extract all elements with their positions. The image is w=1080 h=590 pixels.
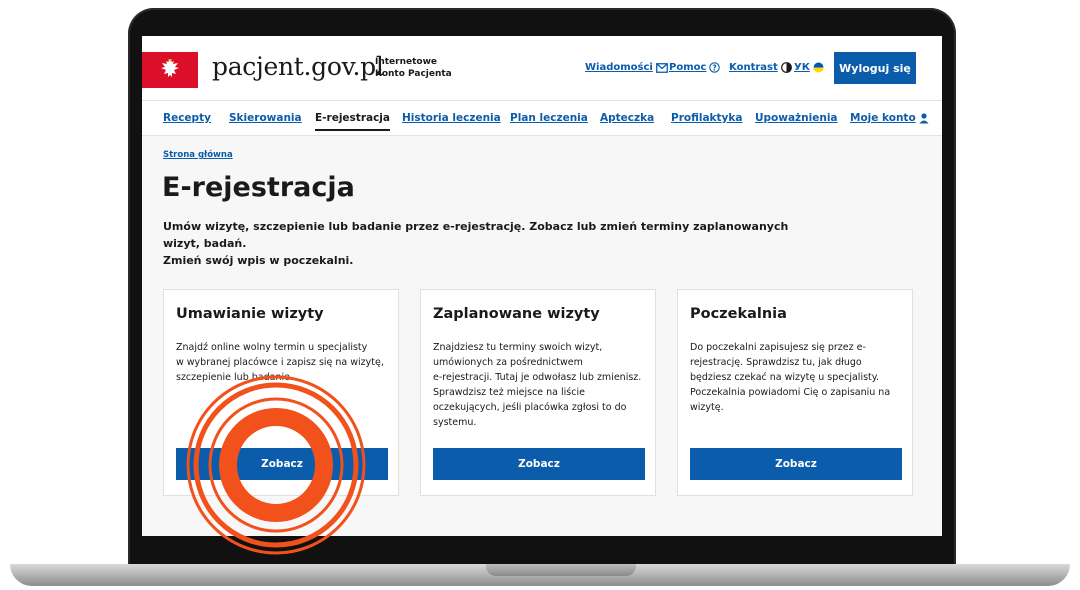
help-link[interactable]: Pomoc ?: [669, 62, 721, 73]
tab-historia-leczenia[interactable]: Historia leczenia: [402, 112, 501, 124]
card-poczekalnia: Poczekalnia Do poczekalni zapisujesz się…: [677, 289, 913, 496]
tab-moje-konto[interactable]: Moje konto: [850, 112, 929, 124]
svg-text:?: ?: [713, 63, 717, 72]
tab-moje-konto-label: Moje konto: [850, 112, 916, 124]
card-line: systemu.: [433, 417, 477, 428]
tab-recepty[interactable]: Recepty: [163, 112, 211, 124]
card-title: Umawianie wizyty: [176, 306, 324, 322]
browser-screen: pacjent.gov.pl Internetowe Konto Pacjent…: [142, 36, 942, 536]
card-line: e-rejestracji. Tutaj je odwołasz lub zmi…: [433, 372, 642, 383]
card-line: umówionych za pośrednictwem: [433, 357, 583, 368]
card-zaplanowane-wizyty: Zaplanowane wizyty Znajdziesz tu terminy…: [420, 289, 656, 496]
envelope-icon: [655, 62, 668, 73]
card-line: rejestrację. Sprawdzisz tu, jak długo: [690, 357, 862, 368]
card-umawianie-wizyty: Umawianie wizyty Znajdź online wolny ter…: [163, 289, 399, 496]
language-link[interactable]: УК: [794, 62, 824, 73]
messages-label: Wiadomości: [585, 62, 653, 73]
laptop-base: [10, 564, 1070, 586]
card-description: Do poczekalni zapisujesz się przez e- re…: [690, 340, 904, 415]
user-icon: [919, 112, 929, 123]
tab-e-rejestracja[interactable]: E-rejestracja: [315, 112, 390, 131]
card-line: Znajdź online wolny termin u specjalisty: [176, 342, 368, 353]
help-label: Pomoc: [669, 62, 707, 73]
card-line: w wybranej placówce i zapisz się na wizy…: [176, 357, 384, 368]
site-subtitle-line1: Internetowe: [375, 57, 438, 67]
tab-apteczka[interactable]: Apteczka: [600, 112, 654, 124]
tab-upowaznienia[interactable]: Upoważnienia: [755, 112, 838, 124]
tab-profilaktyka[interactable]: Profilaktyka: [671, 112, 742, 124]
card-title: Zaplanowane wizyty: [433, 306, 600, 322]
breadcrumb[interactable]: Strona główna: [163, 150, 233, 160]
eagle-emblem-icon[interactable]: [142, 52, 198, 88]
laptop-notch: [486, 564, 636, 576]
card-title: Poczekalnia: [690, 306, 787, 322]
ukraine-flag-icon: [813, 62, 824, 73]
page-intro: Umów wizytę, szczepienie lub badanie prz…: [163, 218, 803, 269]
card-line: Sprawdzisz też miejsce na liście: [433, 387, 585, 398]
zobacz-button-zaplanowane[interactable]: Zobacz: [433, 448, 645, 480]
card-line: Znajdziesz tu terminy swoich wizyt,: [433, 342, 603, 353]
language-label: УК: [794, 62, 810, 73]
contrast-label: Kontrast: [729, 62, 778, 73]
zobacz-button-poczekalnia[interactable]: Zobacz: [690, 448, 902, 480]
messages-link[interactable]: Wiadomości: [585, 62, 668, 73]
site-header: pacjent.gov.pl Internetowe Konto Pacjent…: [142, 36, 942, 100]
page-intro-line2: Zmień swój wpis w poczekalni.: [163, 254, 354, 267]
card-line: oczekujących, jeśli placówka zgłosi to d…: [433, 402, 627, 413]
card-line: wizytę.: [690, 402, 724, 413]
logout-button[interactable]: Wyloguj się: [834, 52, 916, 84]
tab-plan-leczenia[interactable]: Plan leczenia: [510, 112, 588, 124]
page-intro-line1: Umów wizytę, szczepienie lub badanie prz…: [163, 220, 789, 250]
site-name[interactable]: pacjent.gov.pl: [212, 52, 384, 81]
card-line: będziesz czekać na wizytę u specjalisty.: [690, 372, 880, 383]
page-title: E-rejestracja: [162, 172, 355, 203]
tab-skierowania[interactable]: Skierowania: [229, 112, 302, 124]
site-subtitle: Internetowe Konto Pacjenta: [375, 56, 452, 80]
card-line: szczepienie lub badanie.: [176, 372, 293, 383]
zobacz-button-umawianie[interactable]: Zobacz: [176, 448, 388, 480]
site-subtitle-line2: Konto Pacjenta: [375, 69, 452, 79]
card-line: Do poczekalni zapisujesz się przez e-: [690, 342, 866, 353]
main-nav: Recepty Skierowania E-rejestracja Histor…: [142, 100, 942, 136]
card-description: Znajdziesz tu terminy swoich wizyt, umów…: [433, 340, 647, 430]
eagle-emblem-svg: [161, 59, 179, 77]
card-line: Poczekalnia powiadomi Cię o zapisaniu na: [690, 387, 891, 398]
help-circle-icon: ?: [709, 62, 721, 73]
contrast-icon: [780, 62, 792, 73]
card-description: Znajdź online wolny termin u specjalisty…: [176, 340, 390, 385]
contrast-link[interactable]: Kontrast: [729, 62, 792, 73]
